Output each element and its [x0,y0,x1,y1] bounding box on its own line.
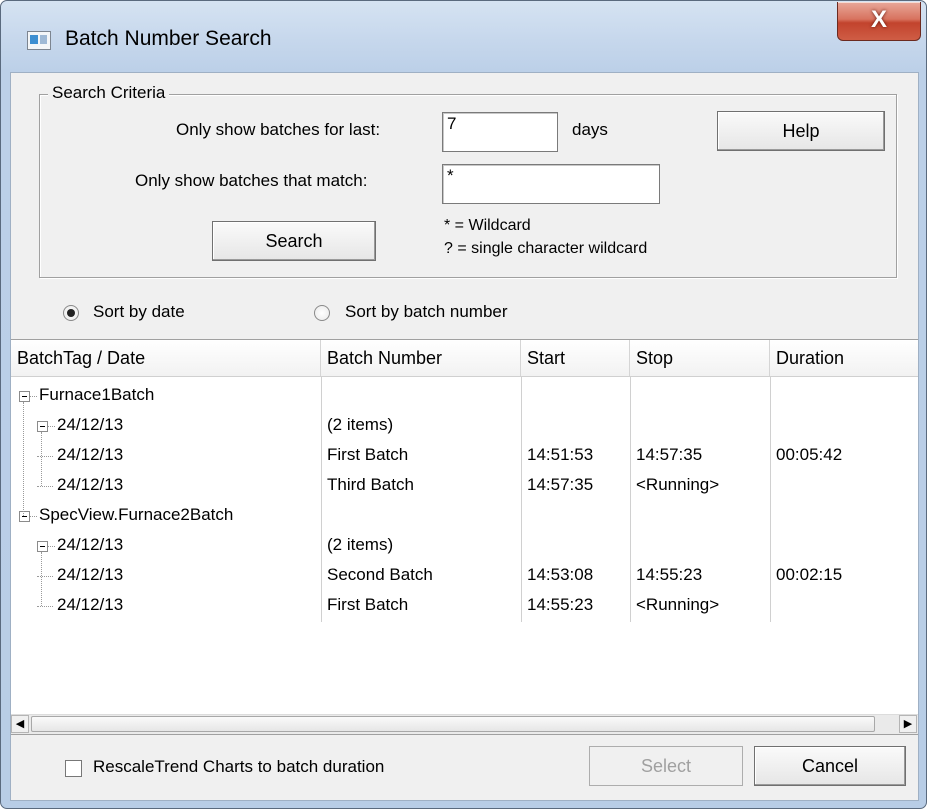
batch-tag-cell: 24/12/13 [57,595,124,614]
tree-connector [37,576,53,577]
batch-tag-cell: 24/12/13 [57,475,124,494]
collapse-icon[interactable] [37,541,48,552]
tree-connector [48,546,55,547]
batch-tag-cell: Furnace1Batch [39,385,155,404]
sort-by-number-label: Sort by batch number [345,302,508,321]
batch-number-cell: First Batch [327,445,409,464]
collapse-icon[interactable] [37,421,48,432]
column-header-duration[interactable]: Duration [770,340,918,376]
wildcard-hint: * = Wildcard [444,217,531,234]
close-button[interactable]: X [837,2,921,41]
collapse-icon[interactable] [19,511,30,522]
dialog-window: Batch Number Search X Search Criteria On… [0,0,927,809]
batch-number-cell: (2 items) [327,535,394,554]
tree-guide-line [23,402,24,516]
select-button[interactable]: Select [589,746,743,786]
tree-connector [48,426,55,427]
scrollbar-thumb[interactable] [31,716,875,732]
search-button[interactable]: Search [212,221,376,261]
days-label: Only show batches for last: [176,120,381,139]
days-input[interactable]: 7 [442,112,558,152]
collapse-icon[interactable] [19,391,30,402]
table-row[interactable]: Furnace1Batch [11,380,918,410]
tree-guide-line [41,552,42,606]
title-bar[interactable]: Batch Number Search X [1,1,926,71]
rescale-label: RescaleTrend Charts to batch duration [93,757,385,776]
app-icon [27,31,51,50]
batch-tag-cell: 24/12/13 [57,415,124,434]
window-title: Batch Number Search [65,27,272,50]
table-row[interactable]: 24/12/13 First Batch 14:55:23 <Running> [11,590,918,620]
days-suffix-label: days [572,120,608,139]
batch-tag-cell: SpecView.Furnace2Batch [39,505,234,524]
cancel-button[interactable]: Cancel [754,746,906,786]
sort-by-date-label: Sort by date [93,302,185,321]
stop-cell: 14:55:23 [636,565,703,584]
start-cell: 14:57:35 [527,475,594,494]
tree-connector [37,606,53,607]
sort-by-number-radio[interactable] [314,305,330,321]
sort-by-date-radio[interactable] [63,305,79,321]
help-button[interactable]: Help [717,111,885,151]
match-label: Only show batches that match: [135,171,368,190]
tree-guide-line [41,432,42,486]
batch-number-cell: Second Batch [327,565,433,584]
stop-cell: <Running> [636,595,720,614]
tree-connector [37,456,53,457]
tree-connector [37,486,53,487]
batch-number-cell: Third Batch [327,475,414,494]
batch-number-cell: (2 items) [327,415,394,434]
search-criteria-legend: Search Criteria [48,83,170,103]
single-wildcard-hint: ? = single character wildcard [444,240,648,257]
table-row[interactable]: SpecView.Furnace2Batch [11,500,918,530]
start-cell: 14:55:23 [527,595,594,614]
start-cell: 14:53:08 [527,565,594,584]
batch-list[interactable]: BatchTag / Date Batch Number Start Stop … [11,339,918,735]
rescale-checkbox[interactable] [65,760,82,777]
column-header-start[interactable]: Start [521,340,630,376]
list-header: BatchTag / Date Batch Number Start Stop … [11,340,918,377]
stop-cell: <Running> [636,475,720,494]
column-header-number[interactable]: Batch Number [321,340,521,376]
stop-cell: 14:57:35 [636,445,703,464]
scroll-left-icon[interactable]: ◀ [11,715,29,733]
batch-tag-cell: 24/12/13 [57,535,124,554]
scroll-right-icon[interactable]: ▶ [899,715,917,733]
table-row[interactable]: 24/12/13 Third Batch 14:57:35 <Running> [11,470,918,500]
match-input[interactable]: * [442,164,660,204]
batch-tag-cell: 24/12/13 [57,565,124,584]
close-icon: X [870,6,887,33]
batch-number-cell: First Batch [327,595,409,614]
table-row[interactable]: 24/12/13 (2 items) [11,410,918,440]
table-row[interactable]: 24/12/13 (2 items) [11,530,918,560]
column-header-stop[interactable]: Stop [630,340,770,376]
horizontal-scrollbar[interactable]: ◀ ▶ [11,714,918,734]
table-row[interactable]: 24/12/13 First Batch 14:51:53 14:57:35 00:05… [11,440,918,470]
dialog-body: Search Criteria Only show batches for la… [10,72,919,801]
duration-cell: 00:02:15 [776,565,843,584]
tree-connector [30,396,37,397]
start-cell: 14:51:53 [527,445,594,464]
table-row[interactable]: 24/12/13 Second Batch 14:53:08 14:55:23 00:0… [11,560,918,590]
duration-cell: 00:05:42 [776,445,843,464]
tree-connector [30,516,37,517]
batch-tag-cell: 24/12/13 [57,445,124,464]
column-header-tag[interactable]: BatchTag / Date [11,340,321,376]
